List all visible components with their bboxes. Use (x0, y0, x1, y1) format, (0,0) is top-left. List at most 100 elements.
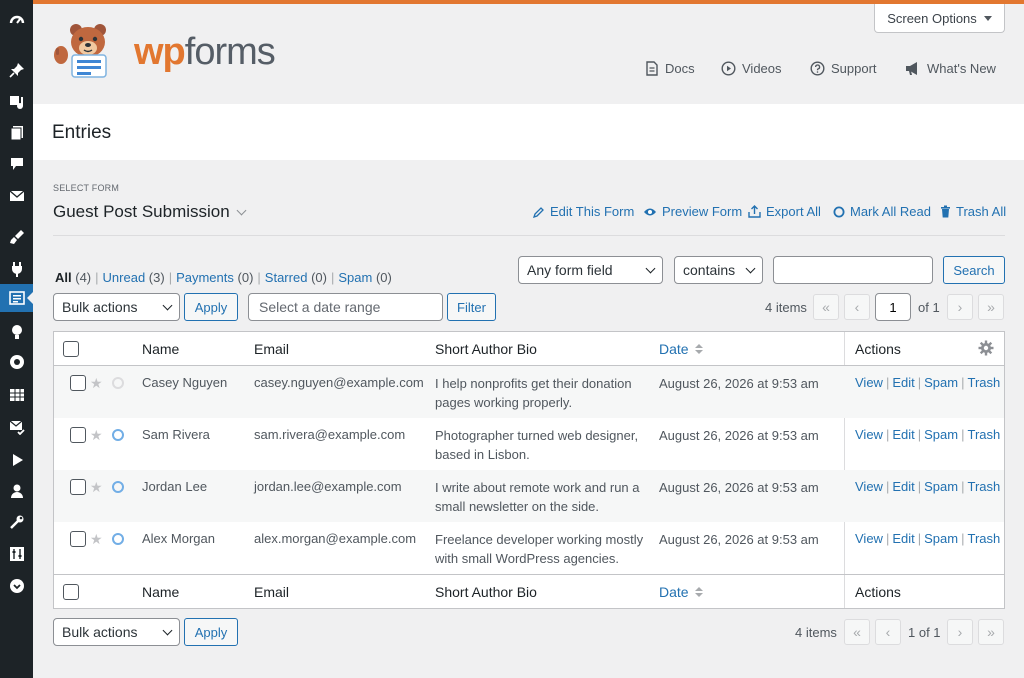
form-field-select[interactable]: Any form field (518, 256, 663, 284)
column-name[interactable]: Name (142, 341, 179, 357)
item-count-top: 4 items (765, 300, 807, 315)
first-page-button[interactable]: « (813, 294, 839, 320)
trash-link[interactable]: Trash (968, 375, 1001, 390)
star-icon[interactable]: ★ (90, 428, 103, 442)
view-link[interactable]: View (855, 375, 883, 390)
mail-icon[interactable] (0, 182, 33, 210)
edit-link[interactable]: Edit (892, 375, 914, 390)
spam-link[interactable]: Spam (924, 375, 958, 390)
last-page-button-bottom[interactable]: » (978, 619, 1004, 645)
dashboard-icon[interactable] (0, 6, 33, 34)
whats-new-link[interactable]: What's New (905, 61, 996, 76)
export-all-link[interactable]: Export All (748, 204, 821, 219)
column-date[interactable]: Date (659, 584, 703, 600)
form-selector[interactable]: Guest Post Submission (53, 202, 247, 222)
view-link[interactable]: View (855, 479, 883, 494)
unread-status-icon[interactable] (112, 429, 124, 441)
plugins-icon[interactable] (0, 255, 33, 283)
filter-spam[interactable]: Spam (338, 270, 372, 285)
apply-button-top[interactable]: Apply (184, 293, 238, 321)
trash-link[interactable]: Trash (968, 531, 1001, 546)
wpforms-icon[interactable] (0, 284, 33, 312)
unread-status-icon[interactable] (112, 481, 124, 493)
view-link[interactable]: View (855, 531, 883, 546)
pin-icon[interactable] (0, 56, 33, 84)
bulk-actions-select-top[interactable]: Bulk actions (53, 293, 180, 321)
videos-link[interactable]: Videos (721, 61, 782, 76)
last-page-button[interactable]: » (978, 294, 1004, 320)
filter-starred[interactable]: Starred (265, 270, 308, 285)
column-bio[interactable]: Short Author Bio (435, 341, 537, 357)
star-icon[interactable]: ★ (90, 376, 103, 390)
column-email[interactable]: Email (254, 341, 289, 357)
unread-status-icon[interactable] (112, 533, 124, 545)
bulk-actions-select-bottom[interactable]: Bulk actions (53, 618, 180, 646)
appearance-icon[interactable] (0, 223, 33, 251)
table-icon[interactable] (0, 381, 33, 409)
star-icon[interactable]: ★ (90, 480, 103, 494)
spam-link[interactable]: Spam (924, 427, 958, 442)
filter-all[interactable]: All (55, 270, 72, 285)
settings-sliders-icon[interactable] (0, 540, 33, 568)
collapse-menu-icon[interactable] (0, 572, 33, 600)
select-all-checkbox[interactable] (63, 341, 79, 357)
row-checkbox[interactable] (70, 531, 86, 547)
edit-form-link[interactable]: Edit This Form (533, 204, 634, 219)
play-circle-icon (721, 61, 736, 76)
column-email[interactable]: Email (254, 584, 289, 600)
trash-link[interactable]: Trash (968, 479, 1001, 494)
select-all-checkbox-footer[interactable] (63, 584, 79, 600)
row-checkbox[interactable] (70, 479, 86, 495)
wpforms-logo[interactable]: wpforms (52, 22, 276, 80)
star-icon[interactable]: ★ (90, 532, 103, 546)
current-page-input[interactable] (875, 293, 911, 321)
preview-form-link[interactable]: Preview Form (643, 204, 742, 219)
mark-all-read-link[interactable]: Mark All Read (833, 204, 931, 219)
edit-link[interactable]: Edit (892, 479, 914, 494)
screen-options-button[interactable]: Screen Options (874, 4, 1005, 33)
view-link[interactable]: View (855, 427, 883, 442)
support-link[interactable]: Support (810, 61, 877, 76)
apply-button-bottom[interactable]: Apply (184, 618, 238, 646)
users-icon[interactable] (0, 477, 33, 505)
row-actions: View | Edit | Spam | Trash (855, 479, 1001, 494)
trash-all-link[interactable]: Trash All (940, 204, 1006, 219)
date-range-input[interactable] (248, 293, 443, 321)
megaphone-icon (906, 62, 917, 75)
docs-link[interactable]: Docs (645, 61, 695, 76)
column-bio[interactable]: Short Author Bio (435, 584, 537, 600)
prev-page-button-bottom[interactable]: ‹ (875, 619, 901, 645)
spam-link[interactable]: Spam (924, 531, 958, 546)
column-date[interactable]: Date (659, 341, 703, 357)
filter-payments[interactable]: Payments (176, 270, 234, 285)
entry-name: Casey Nguyen (142, 375, 228, 390)
filter-unread[interactable]: Unread (103, 270, 146, 285)
spam-link[interactable]: Spam (924, 479, 958, 494)
trash-link[interactable]: Trash (968, 427, 1001, 442)
column-date-label: Date (659, 341, 689, 357)
mail-check-icon[interactable] (0, 413, 33, 441)
gear-badge-icon[interactable] (0, 348, 33, 376)
filter-button[interactable]: Filter (447, 293, 496, 321)
comments-icon[interactable] (0, 150, 33, 178)
operator-select[interactable]: contains (674, 256, 763, 284)
edit-link[interactable]: Edit (892, 427, 914, 442)
column-name[interactable]: Name (142, 584, 179, 600)
search-input[interactable] (773, 256, 933, 284)
play-icon[interactable] (0, 446, 33, 474)
edit-link[interactable]: Edit (892, 531, 914, 546)
pages-icon[interactable] (0, 119, 33, 147)
next-page-button-bottom[interactable]: › (947, 619, 973, 645)
next-page-button[interactable]: › (947, 294, 973, 320)
row-checkbox[interactable] (70, 375, 86, 391)
entry-email: jordan.lee@example.com (254, 479, 402, 494)
prev-page-button[interactable]: ‹ (844, 294, 870, 320)
lightbulb-icon[interactable] (0, 318, 33, 346)
media-icon[interactable] (0, 88, 33, 116)
first-page-button-bottom[interactable]: « (844, 619, 870, 645)
search-button[interactable]: Search (943, 256, 1005, 284)
gear-icon[interactable] (978, 340, 994, 356)
read-status-icon[interactable] (112, 377, 124, 389)
tools-icon[interactable] (0, 508, 33, 536)
row-checkbox[interactable] (70, 427, 86, 443)
